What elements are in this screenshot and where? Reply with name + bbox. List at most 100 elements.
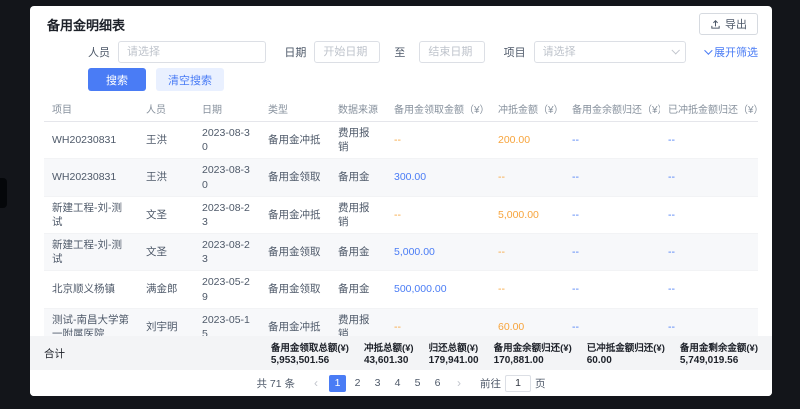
summary-item: 备用金余额归还(¥)170,881.00 [494,340,572,366]
prev-page-button[interactable]: ‹ [308,375,324,391]
page-button[interactable]: 5 [409,375,426,392]
date-end-input[interactable] [419,41,485,63]
table-row: 北京顺义杨镇满金郎2023-05-29备用金领取备用金500,000.00---… [44,271,758,308]
person-filter: 人员 [88,41,266,63]
table-row: 新建工程-刘-测试文圣2023-08-23备用金冲抵费用报销--5,000.00… [44,196,758,233]
goto-suffix: 页 [535,376,546,391]
table-cell: 2023-08-23 [194,234,260,271]
summary-item-value: 170,881.00 [494,355,572,366]
table-cell: 测试-南昌大学第一附属医院 [44,308,138,336]
table-cell: 文圣 [138,196,194,233]
column-header: 项目 [44,96,138,122]
column-header: 备用金余额归还（¥） [564,96,660,122]
column-header: 已冲抵金额归还（¥） [660,96,758,122]
date-filter-label: 日期 [284,44,306,60]
table-cell: -- [490,271,564,308]
page-button[interactable]: 1 [329,375,346,392]
table-cell: -- [564,196,660,233]
project-select-input[interactable] [534,41,686,63]
date-start-input[interactable] [314,41,380,63]
table-cell: 备用金领取 [260,159,330,196]
column-header: 类型 [260,96,330,122]
pagination-total: 共 71 条 [256,376,295,391]
date-separator: 至 [394,44,405,60]
table-row: 测试-南昌大学第一附属医院刘宇明2023-05-15备用金冲抵费用报销--60.… [44,308,758,336]
table-row: WH20230831王洪2023-08-30备用金领取备用金300.00----… [44,159,758,196]
expand-filters-link[interactable]: 展开筛选 [704,44,758,60]
table-cell: 备用金 [330,234,386,271]
table-cell: -- [660,122,758,159]
table-cell: WH20230831 [44,159,138,196]
table-cell: -- [386,196,490,233]
table-cell: -- [660,234,758,271]
goto-prefix: 前往 [480,376,501,391]
summary-total-label: 合计 [44,346,65,361]
table-cell: -- [386,122,490,159]
export-button[interactable]: 导出 [699,13,758,35]
page-list: 123456 [329,375,446,392]
column-header: 日期 [194,96,260,122]
project-filter: 项目 [504,41,686,63]
sidebar-collapse-handle[interactable] [0,178,7,208]
table-cell: 2023-05-29 [194,271,260,308]
table-cell: 备用金领取 [260,271,330,308]
summary-item-value: 60.00 [587,355,665,366]
goto-page-input[interactable] [505,375,531,392]
table-cell: 5,000.00 [490,196,564,233]
summary-item-label: 冲抵总额(¥) [364,340,414,354]
person-select-input[interactable] [118,41,266,63]
summary-item: 冲抵总额(¥)43,601.30 [364,340,414,366]
table-body: WH20230831王洪2023-08-30备用金冲抵费用报销--200.00-… [44,122,758,337]
table-cell: 新建工程-刘-测试 [44,196,138,233]
chevron-down-icon [704,46,712,54]
table-cell: -- [564,234,660,271]
date-filter: 日期 至 [284,41,485,63]
next-page-button[interactable]: › [451,375,467,391]
data-table: 项目人员日期类型数据来源备用金领取金额（¥）冲抵金额（¥）备用金余额归还（¥）已… [44,96,758,336]
table-cell: -- [564,122,660,159]
project-filter-label: 项目 [504,44,526,60]
table-cell: 王洪 [138,159,194,196]
table-cell: -- [386,308,490,336]
table-cell: -- [564,271,660,308]
pagination-bar: 共 71 条 ‹ 123456 › 前往 页 [30,370,772,396]
page-button[interactable]: 2 [349,375,366,392]
summary-item-label: 备用金剩余金额(¥) [680,340,758,354]
goto-page: 前往 页 [480,375,546,392]
summary-item: 备用金领取总额(¥)5,953,501.56 [271,340,349,366]
table-cell: 备用金 [330,159,386,196]
title-bar: 备用金明细表 导出 [30,6,772,36]
summary-row: 合计 备用金领取总额(¥)5,953,501.56 冲抵总额(¥)43,601.3… [30,336,772,370]
page-button[interactable]: 4 [389,375,406,392]
table-cell: 刘宇明 [138,308,194,336]
summary-item-value: 5,953,501.56 [271,355,349,366]
action-buttons-row: 搜索 清空搜索 [88,68,224,92]
table-cell: 2023-08-30 [194,159,260,196]
page-button[interactable]: 3 [369,375,386,392]
export-label: 导出 [725,16,747,32]
summary-item: 备用金剩余金额(¥)5,749,019.56 [680,340,758,366]
expand-filters-label: 展开筛选 [714,44,758,60]
summary-item: 已冲抵金额归还(¥)60.00 [587,340,665,366]
table-cell: 文圣 [138,234,194,271]
table-header-row: 项目人员日期类型数据来源备用金领取金额（¥）冲抵金额（¥）备用金余额归还（¥）已… [44,96,758,122]
table-cell: 备用金 [330,271,386,308]
table-cell: 备用金冲抵 [260,122,330,159]
table-cell: 满金郎 [138,271,194,308]
column-header: 冲抵金额（¥） [490,96,564,122]
petty-cash-report-card: 备用金明细表 导出 人员 日期 至 项目 [30,6,772,396]
clear-search-button[interactable]: 清空搜索 [156,68,224,91]
table-cell: WH20230831 [44,122,138,159]
table-cell: -- [490,234,564,271]
table-cell: -- [660,271,758,308]
table-cell: 费用报销 [330,308,386,336]
export-icon [710,19,721,30]
search-button[interactable]: 搜索 [88,68,146,91]
table-cell: -- [660,159,758,196]
summary-item-value: 5,749,019.56 [680,355,758,366]
summary-item: 归还总额(¥)179,941.00 [429,340,479,366]
table-cell: 5,000.00 [386,234,490,271]
page-button[interactable]: 6 [429,375,446,392]
table-cell: 300.00 [386,159,490,196]
summary-items: 备用金领取总额(¥)5,953,501.56 冲抵总额(¥)43,601.30 归还… [271,340,758,366]
